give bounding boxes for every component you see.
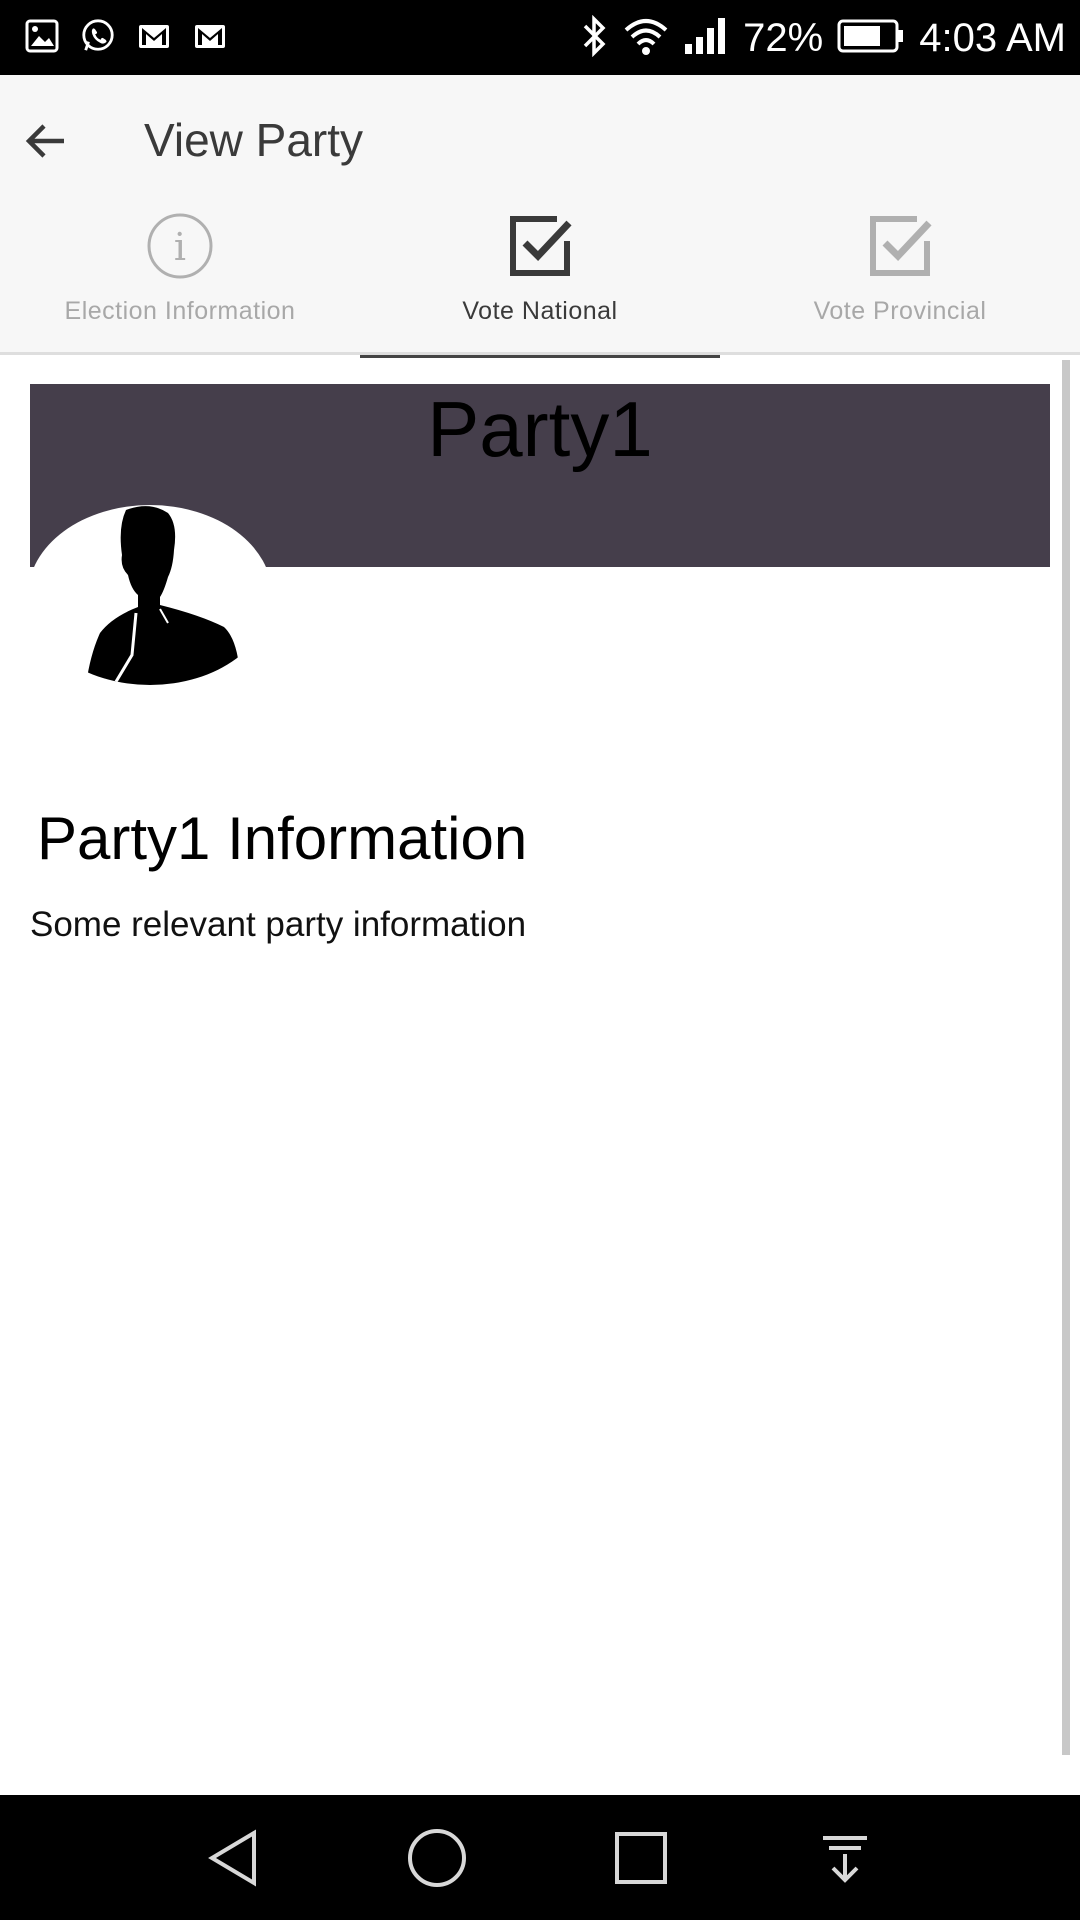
checkbox-checked-icon	[870, 216, 932, 276]
triangle-back-icon	[208, 1829, 256, 1887]
app-bar: View Party i Election Information Vote N…	[0, 75, 1080, 358]
signal-icon	[683, 16, 729, 61]
battery-icon	[837, 18, 905, 59]
wifi-icon	[623, 16, 669, 61]
tab-vote-provincial[interactable]: Vote Provincial	[720, 203, 1080, 355]
whatsapp-icon	[80, 18, 116, 54]
person-silhouette-icon	[86, 506, 240, 685]
status-bar: 72% 4:03 AM	[0, 0, 1080, 75]
gmail-icon	[192, 18, 228, 54]
bluetooth-icon	[579, 14, 609, 62]
party-info-text: Some relevant party information	[30, 905, 527, 944]
tab-election-information[interactable]: i Election Information	[0, 203, 360, 355]
party-info-title: Party1 Information	[37, 805, 528, 872]
battery-percent: 72%	[743, 15, 824, 60]
checkbox-checked-icon	[510, 216, 572, 276]
nav-home-button[interactable]	[404, 1825, 470, 1891]
tab-label: Vote National	[462, 297, 618, 325]
notification-icons	[24, 18, 228, 58]
scrollbar[interactable]	[1062, 360, 1070, 1755]
page-title: View Party	[144, 114, 364, 166]
pull-down-icon	[823, 1836, 867, 1883]
system-icons: 72% 4:03 AM	[579, 14, 1066, 62]
tab-label: Vote Provincial	[813, 297, 987, 325]
circle-home-icon	[408, 1829, 466, 1887]
nav-notifications-button[interactable]	[812, 1825, 878, 1891]
tab-vote-national[interactable]: Vote National	[360, 203, 720, 358]
party-content: Party1 Party1 Information Some relevant …	[0, 355, 1080, 1795]
back-button[interactable]	[18, 113, 74, 169]
gallery-icon	[24, 18, 60, 54]
nav-back-button[interactable]	[201, 1825, 267, 1891]
arrow-back-icon	[25, 124, 64, 158]
tab-bar: i Election Information Vote National Vot…	[0, 203, 1080, 358]
navigation-bar	[0, 1795, 1080, 1920]
info-icon: i	[147, 213, 213, 279]
tab-label: Election Information	[64, 297, 296, 325]
gmail-icon	[136, 18, 172, 54]
party-name: Party1	[427, 385, 653, 473]
party-avatar	[28, 505, 272, 685]
clock: 4:03 AM	[919, 15, 1066, 60]
svg-text:i: i	[174, 225, 186, 269]
nav-recents-button[interactable]	[608, 1825, 674, 1891]
square-recents-icon	[615, 1832, 667, 1884]
